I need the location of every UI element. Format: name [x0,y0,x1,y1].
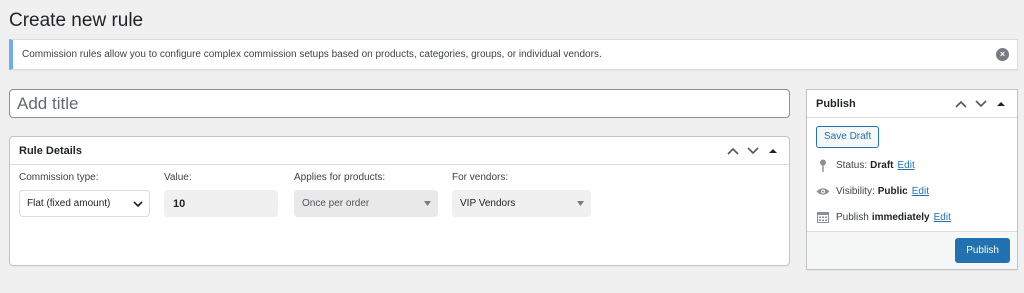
rule-details-box: Rule Details Commission type: Flat (fixe… [9,136,790,266]
visibility-value: Public [877,185,908,197]
applies-products-label: Applies for products: [294,172,386,183]
rule-details-title: Rule Details [19,144,82,157]
notice-text: Commission rules allow you to configure … [22,49,602,60]
commission-type-field: Commission type: Flat (fixed amount) [19,172,164,217]
commission-type-label: Commission type: [19,172,99,183]
value-field: Value: [164,172,294,217]
save-draft-button[interactable]: Save Draft [816,126,880,148]
move-up-icon[interactable] [951,94,971,114]
calendar-icon [816,211,830,223]
publish-header: Publish [807,90,1017,118]
applies-products-field: Applies for products: Once per order [294,172,452,217]
value-label: Value: [164,172,192,183]
move-down-icon[interactable] [743,141,763,161]
status-value: Draft [870,159,894,171]
vendors-value: VIP Vendors [460,198,516,209]
value-input[interactable] [164,190,278,217]
collapse-toggle-icon[interactable] [991,94,1011,114]
move-down-icon[interactable] [971,94,991,114]
publish-actions: Publish [807,231,1017,269]
schedule-row: Publish immediately Edit [816,204,1008,230]
edit-schedule-link[interactable]: Edit [934,212,951,223]
move-up-icon[interactable] [723,141,743,161]
applies-products-value: Once per order [302,198,370,209]
caret-down-icon [424,201,431,206]
vendors-label: For vendors: [452,172,509,183]
publish-body: Save Draft Status: Draft Edit Visibility… [807,118,1017,230]
pin-icon [816,159,830,172]
rule-details-header: Rule Details [10,137,789,165]
edit-status-link[interactable]: Edit [897,160,914,171]
box-handle-actions [723,141,789,161]
title-input[interactable] [9,89,790,118]
chevron-down-icon [133,201,143,208]
publish-box: Publish Save Draft Status: Draft Edit Vi… [806,89,1018,270]
applies-products-select[interactable]: Once per order [294,190,438,217]
edit-visibility-link[interactable]: Edit [912,186,929,197]
page-title: Create new rule [9,10,144,31]
close-icon[interactable]: × [996,48,1009,61]
vendors-select[interactable]: VIP Vendors [452,190,591,217]
caret-down-icon [577,201,584,206]
status-label: Status: [836,159,868,171]
publish-title: Publish [816,97,856,110]
vendors-field: For vendors: VIP Vendors [452,172,602,217]
collapse-toggle-icon[interactable] [763,141,783,161]
status-row: Status: Draft Edit [816,152,1008,178]
visibility-row: Visibility: Public Edit [816,178,1008,204]
commission-type-value: Flat (fixed amount) [27,198,111,209]
publish-button[interactable]: Publish [955,238,1010,263]
rule-fields: Commission type: Flat (fixed amount) Val… [10,165,789,217]
commission-type-select[interactable]: Flat (fixed amount) [19,190,150,217]
info-notice: Commission rules allow you to configure … [9,39,1018,70]
eye-icon [816,187,830,196]
visibility-label: Visibility: [836,185,875,197]
schedule-label: Publish [836,211,869,223]
publish-handle-actions [951,94,1017,114]
schedule-value: immediately [871,211,930,223]
